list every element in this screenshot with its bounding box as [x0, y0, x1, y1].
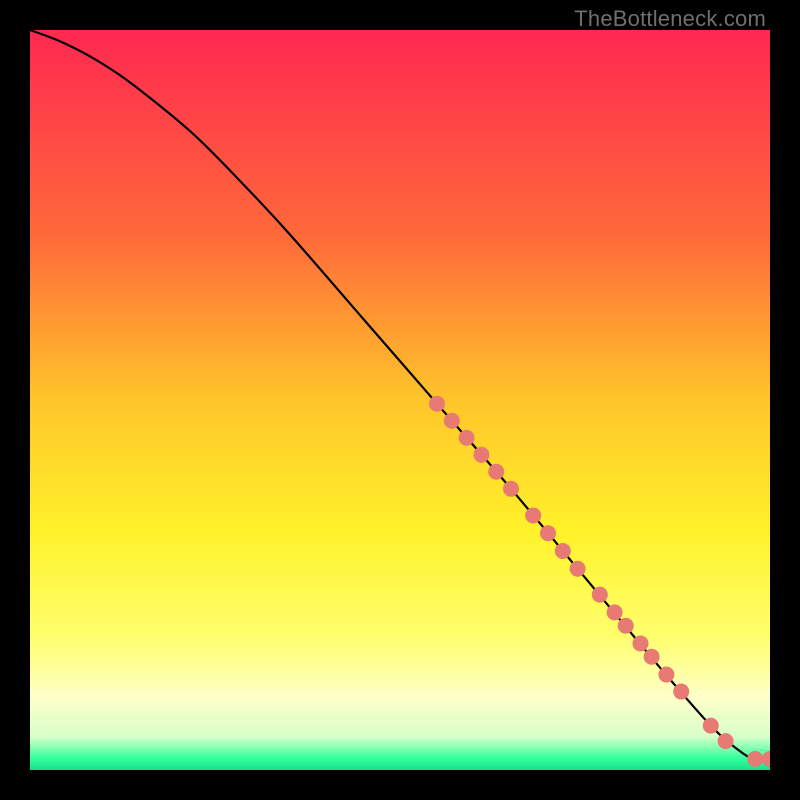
chart-marker — [633, 635, 649, 651]
chart-marker — [444, 413, 460, 429]
chart-marker — [488, 464, 504, 480]
chart-marker — [555, 543, 571, 559]
chart-marker — [644, 649, 660, 665]
chart-marker — [747, 751, 763, 767]
chart-marker — [503, 481, 519, 497]
watermark-text: TheBottleneck.com — [574, 6, 766, 32]
chart-marker — [429, 396, 445, 412]
chart-marker — [673, 684, 689, 700]
chart-marker — [618, 618, 634, 634]
chart-marker — [525, 507, 541, 523]
chart-marker — [703, 718, 719, 734]
chart-marker — [718, 733, 734, 749]
chart-marker — [459, 430, 475, 446]
chart-marker — [540, 525, 556, 541]
chart-marker — [570, 561, 586, 577]
chart-marker — [473, 447, 489, 463]
chart-marker — [607, 604, 623, 620]
chart-marker — [658, 667, 674, 683]
chart-marker — [592, 587, 608, 603]
chart-stage: TheBottleneck.com — [0, 0, 800, 800]
bottleneck-chart — [30, 30, 770, 770]
